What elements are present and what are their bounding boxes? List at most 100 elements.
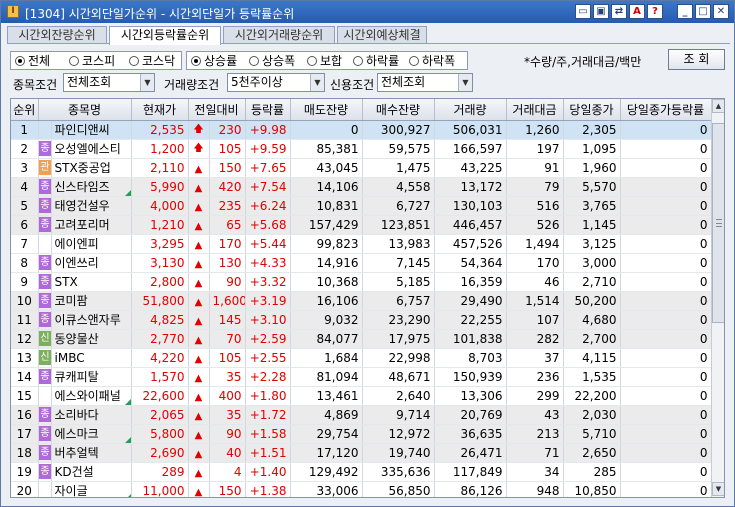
cell-arrow: ▲ bbox=[188, 443, 210, 463]
query-button[interactable]: 조 회 bbox=[668, 49, 725, 70]
table-row[interactable]: 2 종 오성엘에스티 1,200 🡅 105 +9.59 85,381 59,575 166,59… bbox=[11, 139, 712, 159]
radio-rise-rate[interactable]: 상승률 bbox=[191, 54, 237, 68]
col-volume[interactable]: 거래량 bbox=[434, 99, 507, 121]
cell-price: 5,990 bbox=[131, 177, 189, 197]
table-row[interactable]: 8 종 이엔쓰리 3,130 ▲ 130 +4.33 14,916 7,145 54,364 170… bbox=[11, 253, 712, 273]
col-rate[interactable]: 등락률 bbox=[245, 99, 291, 121]
radio-kospi-dot bbox=[69, 56, 79, 66]
scroll-up-icon[interactable]: ▲ bbox=[712, 99, 724, 113]
tab-overtime-remain[interactable]: 시간외잔량순위 bbox=[7, 26, 107, 44]
maximize-icon[interactable]: □ bbox=[695, 4, 711, 19]
cell-name[interactable]: iMBC bbox=[51, 348, 132, 368]
cell-arrow: ▲ bbox=[188, 215, 210, 235]
font-size-icon[interactable]: A bbox=[629, 4, 645, 19]
table-row[interactable]: 16 종 소리바다 2,065 ▲ 35 +1.72 4,869 9,714 20,769 43 2,… bbox=[11, 405, 712, 425]
table-row[interactable]: 15 에스와이패널 22,600 ▲ 400 +1.80 13,461 2,640 13,306… bbox=[11, 386, 712, 406]
tab-overtime-volume[interactable]: 시간외거래량순위 bbox=[223, 26, 335, 44]
table-row[interactable]: 7 에이엔피 3,295 ▲ 170 +5.44 99,823 13,983 457,526 1,… bbox=[11, 234, 712, 254]
col-name[interactable]: 종목명 bbox=[38, 99, 132, 121]
table-row[interactable]: 20 자이글 11,000 ▲ 150 +1.38 33,006 56,850 86,126 94… bbox=[11, 481, 712, 497]
cell-name[interactable]: 소리바다 bbox=[51, 405, 132, 425]
badge-icon: 종 bbox=[38, 274, 50, 289]
radio-kospi[interactable]: 코스피 bbox=[69, 54, 115, 68]
cell-name[interactable]: STX bbox=[51, 272, 132, 292]
scroll-thumb[interactable] bbox=[712, 123, 724, 323]
cell-name[interactable]: 동양물산 bbox=[51, 329, 132, 349]
tab-overtime-rate[interactable]: 시간외등락률순위 bbox=[109, 26, 221, 45]
cell-close-rate: 0 bbox=[620, 348, 712, 368]
radio-rise-amount[interactable]: 상승폭 bbox=[249, 54, 295, 68]
cell-name[interactable]: 이큐스앤자루 bbox=[51, 310, 132, 330]
cell-name[interactable]: 신스타임즈 bbox=[51, 177, 132, 197]
restore-small-icon[interactable]: ▭ bbox=[575, 4, 591, 19]
cell-volume: 36,635 bbox=[434, 424, 507, 444]
radio-fall-amount[interactable]: 하락폭 bbox=[409, 54, 455, 68]
radio-kosdaq[interactable]: 코스닥 bbox=[129, 54, 175, 68]
title-bar[interactable]: I [1304] 시간외단일가순위 - 시간외단일가 등락률순위 ▭ ▣ ⇄ A… bbox=[1, 1, 734, 23]
table-row[interactable]: 17 종 에스마크 5,800 ▲ 90 +1.58 29,754 12,972 36,635 21… bbox=[11, 424, 712, 444]
cell-name[interactable]: KD건설 bbox=[51, 462, 132, 482]
cell-name[interactable]: 에이엔피 bbox=[51, 234, 132, 254]
chevron-down-icon[interactable]: ▼ bbox=[458, 74, 472, 91]
table-row[interactable]: 4 종 신스타임즈 5,990 ▲ 420 +7.54 14,106 4,558 13,172 79… bbox=[11, 177, 712, 197]
cell-name[interactable]: 버추얼텍 bbox=[51, 443, 132, 463]
col-amount[interactable]: 거래대금 bbox=[506, 99, 564, 121]
table-row[interactable]: 9 종 STX 2,800 ▲ 90 +3.32 10,368 5,185 16,359 46 2,7… bbox=[11, 272, 712, 292]
col-buy-remain[interactable]: 매수잔량 bbox=[362, 99, 435, 121]
cell-price: 2,110 bbox=[131, 158, 189, 178]
table-row[interactable]: 11 종 이큐스앤자루 4,825 ▲ 145 +3.10 9,032 23,290 22,255… bbox=[11, 310, 712, 330]
col-price[interactable]: 현재가 bbox=[131, 99, 189, 121]
col-close[interactable]: 당일종가 bbox=[563, 99, 621, 121]
help-icon[interactable]: ? bbox=[647, 4, 663, 19]
cell-name[interactable]: 코미팜 bbox=[51, 291, 132, 311]
radio-all[interactable]: 전체 bbox=[15, 54, 50, 68]
radio-flat[interactable]: 보합 bbox=[307, 54, 342, 68]
table-row[interactable]: 6 종 고려포리머 1,210 ▲ 65 +5.68 157,429 123,851 446,45… bbox=[11, 215, 712, 235]
col-close-rate[interactable]: 당일종가등락률 bbox=[620, 99, 712, 121]
chevron-down-icon[interactable]: ▼ bbox=[140, 74, 154, 91]
table-row[interactable]: 3 관 STX중공업 2,110 ▲ 150 +7.65 43,045 1,475 43,225 9… bbox=[11, 158, 712, 178]
badge-icon bbox=[39, 483, 51, 497]
cell-name[interactable]: 자이글 bbox=[51, 481, 132, 497]
cell-sell-remain: 129,492 bbox=[290, 462, 363, 482]
cell-name[interactable]: 고려포리머 bbox=[51, 215, 132, 235]
cell-volume: 166,597 bbox=[434, 139, 507, 159]
cell-name[interactable]: 큐캐피탈 bbox=[51, 367, 132, 387]
vertical-scrollbar[interactable]: ▲ ▼ bbox=[711, 99, 724, 497]
cell-buy-remain: 2,640 bbox=[362, 386, 435, 406]
radio-fall-rate[interactable]: 하락률 bbox=[353, 54, 399, 68]
item-condition-select[interactable]: 전체조회 ▼ bbox=[63, 73, 155, 92]
scroll-down-icon[interactable]: ▼ bbox=[712, 482, 724, 496]
table-row[interactable]: 5 종 태영건설우 4,000 ▲ 235 +6.24 10,831 6,727 130,103 5… bbox=[11, 196, 712, 216]
cell-name[interactable]: 이엔쓰리 bbox=[51, 253, 132, 273]
credit-condition-select[interactable]: 전체조회 ▼ bbox=[377, 73, 473, 92]
cell-rank: 17 bbox=[11, 424, 39, 444]
cell-name[interactable]: 태영건설우 bbox=[51, 196, 132, 216]
market-radio-group: 전체 코스피 코스닥 bbox=[10, 51, 182, 70]
cell-close-rate: 0 bbox=[620, 462, 712, 482]
volume-condition-select[interactable]: 5천주이상 ▼ bbox=[227, 73, 325, 92]
cell-badge: 신 bbox=[38, 348, 52, 368]
cell-name[interactable]: 에스마크 bbox=[51, 424, 132, 444]
close-icon[interactable]: ✕ bbox=[713, 4, 729, 19]
col-change[interactable]: 전일대비 bbox=[188, 99, 246, 121]
col-sell-remain[interactable]: 매도잔량 bbox=[290, 99, 363, 121]
chevron-down-icon[interactable]: ▼ bbox=[310, 74, 324, 91]
table-row[interactable]: 10 종 코미팜 51,800 ▲ 1,600 +3.19 16,106 6,757 29,490… bbox=[11, 291, 712, 311]
cell-name[interactable]: 파인디앤씨 bbox=[51, 120, 132, 140]
col-rank[interactable]: 순위 bbox=[11, 99, 39, 121]
table-row[interactable]: 19 종 KD건설 289 ▲ 4 +1.40 129,492 335,636 117,849 34… bbox=[11, 462, 712, 482]
link-icon[interactable]: ⇄ bbox=[611, 4, 627, 19]
table-row[interactable]: 12 신 동양물산 2,770 ▲ 70 +2.59 84,077 17,975 101,838 2… bbox=[11, 329, 712, 349]
tab-overtime-expected[interactable]: 시간외예상체결 bbox=[337, 26, 427, 44]
table-row[interactable]: 14 종 큐캐피탈 1,570 ▲ 35 +2.28 81,094 48,671 150,939 2… bbox=[11, 367, 712, 387]
table-row[interactable]: 13 신 iMBC 4,220 ▲ 105 +2.55 1,684 22,998 8,703 37 4… bbox=[11, 348, 712, 368]
minimize-icon[interactable]: _ bbox=[677, 4, 693, 19]
cell-name[interactable]: 에스와이패널 bbox=[51, 386, 132, 406]
cell-name[interactable]: 오성엘에스티 bbox=[51, 139, 132, 159]
cell-name[interactable]: STX중공업 bbox=[51, 158, 132, 178]
tile-icon[interactable]: ▣ bbox=[593, 4, 609, 19]
table-row[interactable]: 1 파인디앤씨 2,535 🡅 230 +9.98 0 300,927 506,031 1,260… bbox=[11, 120, 712, 140]
cell-arrow: ▲ bbox=[188, 424, 210, 444]
table-row[interactable]: 18 종 버추얼텍 2,690 ▲ 40 +1.51 17,120 19,740 26,471 71… bbox=[11, 443, 712, 463]
